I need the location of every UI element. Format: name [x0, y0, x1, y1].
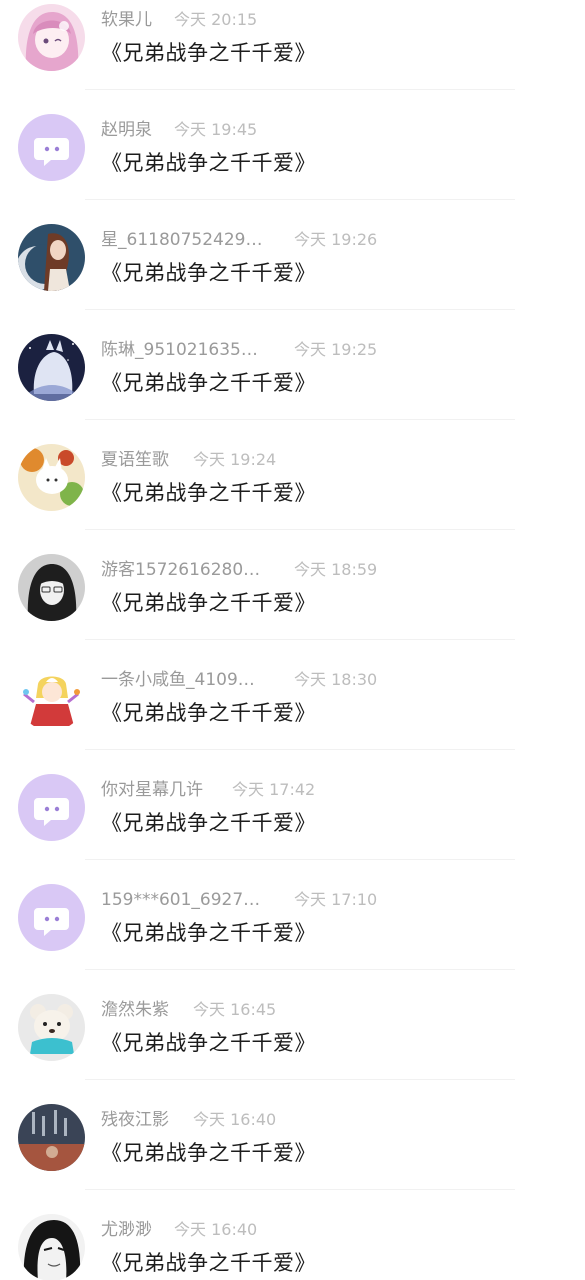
dark-text-art-avatar-icon — [18, 1104, 85, 1171]
username[interactable]: 澹然朱紫 — [101, 1000, 169, 1020]
ink-portrait-avatar-icon — [18, 1214, 85, 1280]
divider — [85, 199, 515, 200]
default-chat-avatar-icon — [18, 884, 85, 951]
avatar[interactable] — [18, 224, 85, 291]
list-item[interactable]: 游客1572616280… 今天 18:59 《兄弟战争之千千爱》 — [0, 550, 585, 660]
dark-hair-girl-avatar-icon — [18, 554, 85, 621]
message-text[interactable]: 《兄弟战争之千千爱》 — [101, 478, 316, 508]
message-text[interactable]: 《兄弟战争之千千爱》 — [101, 1138, 316, 1168]
timestamp: 今天 18:30 — [294, 670, 378, 689]
message-text[interactable]: 《兄弟战争之千千爱》 — [101, 38, 316, 68]
avatar[interactable] — [18, 774, 85, 841]
timestamp: 今天 16:45 — [193, 1000, 277, 1019]
list-item[interactable]: 星_61180752429… 今天 19:26 《兄弟战争之千千爱》 — [0, 220, 585, 330]
moon-girl-avatar-icon — [18, 224, 85, 291]
username[interactable]: 赵明泉 — [101, 120, 152, 140]
username[interactable]: 软果儿 — [101, 10, 152, 30]
divider — [85, 639, 515, 640]
divider — [85, 89, 515, 90]
message-text[interactable]: 《兄弟战争之千千爱》 — [101, 368, 316, 398]
divider — [85, 529, 515, 530]
message-text[interactable]: 《兄弟战争之千千爱》 — [101, 698, 316, 728]
list-item[interactable]: 尤渺渺 今天 16:40 《兄弟战争之千千爱》 — [0, 1210, 585, 1280]
avatar[interactable] — [18, 444, 85, 511]
comment-list: 软果儿 今天 20:15 《兄弟战争之千千爱》 赵明泉 今天 19:45 《兄弟… — [0, 0, 585, 1280]
username[interactable]: 陈琳_951021635… — [101, 340, 258, 360]
timestamp: 今天 19:24 — [193, 450, 277, 469]
message-text[interactable]: 《兄弟战争之千千爱》 — [101, 1028, 316, 1058]
timestamp: 今天 19:26 — [294, 230, 378, 249]
username[interactable]: 尤渺渺 — [101, 1220, 152, 1240]
timestamp: 今天 19:25 — [294, 340, 378, 359]
timestamp: 今天 18:59 — [294, 560, 378, 579]
timestamp: 今天 19:45 — [174, 120, 258, 139]
list-item[interactable]: 澹然朱紫 今天 16:45 《兄弟战争之千千爱》 — [0, 990, 585, 1100]
list-item[interactable]: 残夜江影 今天 16:40 《兄弟战争之千千爱》 — [0, 1100, 585, 1210]
message-text[interactable]: 《兄弟战争之千千爱》 — [101, 918, 316, 948]
message-text[interactable]: 《兄弟战争之千千爱》 — [101, 1248, 316, 1278]
timestamp: 今天 16:40 — [193, 1110, 277, 1129]
message-text[interactable]: 《兄弟战争之千千爱》 — [101, 258, 316, 288]
list-item[interactable]: 你对星幕几许 今天 17:42 《兄弟战争之千千爱》 — [0, 770, 585, 880]
avatar[interactable] — [18, 554, 85, 621]
username[interactable]: 夏语笙歌 — [101, 450, 169, 470]
default-chat-avatar-icon — [18, 774, 85, 841]
pink-anime-girl-avatar-icon — [18, 4, 85, 71]
username[interactable]: 星_61180752429… — [101, 230, 262, 250]
autumn-fox-avatar-icon — [18, 444, 85, 511]
divider — [85, 1189, 515, 1190]
avatar[interactable] — [18, 334, 85, 401]
list-item[interactable]: 软果儿 今天 20:15 《兄弟战争之千千爱》 — [0, 0, 585, 110]
username[interactable]: 159***601_6927… — [101, 890, 260, 910]
timestamp: 今天 17:10 — [294, 890, 378, 909]
avatar[interactable] — [18, 1104, 85, 1171]
avatar[interactable] — [18, 114, 85, 181]
flandre-anime-avatar-icon — [18, 664, 85, 731]
avatar[interactable] — [18, 884, 85, 951]
username[interactable]: 残夜江影 — [101, 1110, 169, 1130]
white-wolf-avatar-icon — [18, 334, 85, 401]
message-text[interactable]: 《兄弟战争之千千爱》 — [101, 148, 316, 178]
timestamp: 今天 16:40 — [174, 1220, 258, 1239]
avatar[interactable] — [18, 1214, 85, 1280]
list-item[interactable]: 夏语笙歌 今天 19:24 《兄弟战争之千千爱》 — [0, 440, 585, 550]
username[interactable]: 一条小咸鱼_4109… — [101, 670, 255, 690]
message-text[interactable]: 《兄弟战争之千千爱》 — [101, 808, 316, 838]
list-item[interactable]: 一条小咸鱼_4109… 今天 18:30 《兄弟战争之千千爱》 — [0, 660, 585, 770]
divider — [85, 309, 515, 310]
list-item[interactable]: 159***601_6927… 今天 17:10 《兄弟战争之千千爱》 — [0, 880, 585, 990]
message-text[interactable]: 《兄弟战争之千千爱》 — [101, 588, 316, 618]
divider — [85, 859, 515, 860]
avatar[interactable] — [18, 664, 85, 731]
list-item[interactable]: 陈琳_951021635… 今天 19:25 《兄弟战争之千千爱》 — [0, 330, 585, 440]
divider — [85, 749, 515, 750]
divider — [85, 419, 515, 420]
list-item[interactable]: 赵明泉 今天 19:45 《兄弟战争之千千爱》 — [0, 110, 585, 220]
timestamp: 今天 20:15 — [174, 10, 258, 29]
username[interactable]: 游客1572616280… — [101, 560, 260, 580]
teddy-bear-avatar-icon — [18, 994, 85, 1061]
divider — [85, 969, 515, 970]
username[interactable]: 你对星幕几许 — [101, 780, 203, 800]
default-chat-avatar-icon — [18, 114, 85, 181]
timestamp: 今天 17:42 — [232, 780, 316, 799]
avatar[interactable] — [18, 4, 85, 71]
divider — [85, 1079, 515, 1080]
avatar[interactable] — [18, 994, 85, 1061]
